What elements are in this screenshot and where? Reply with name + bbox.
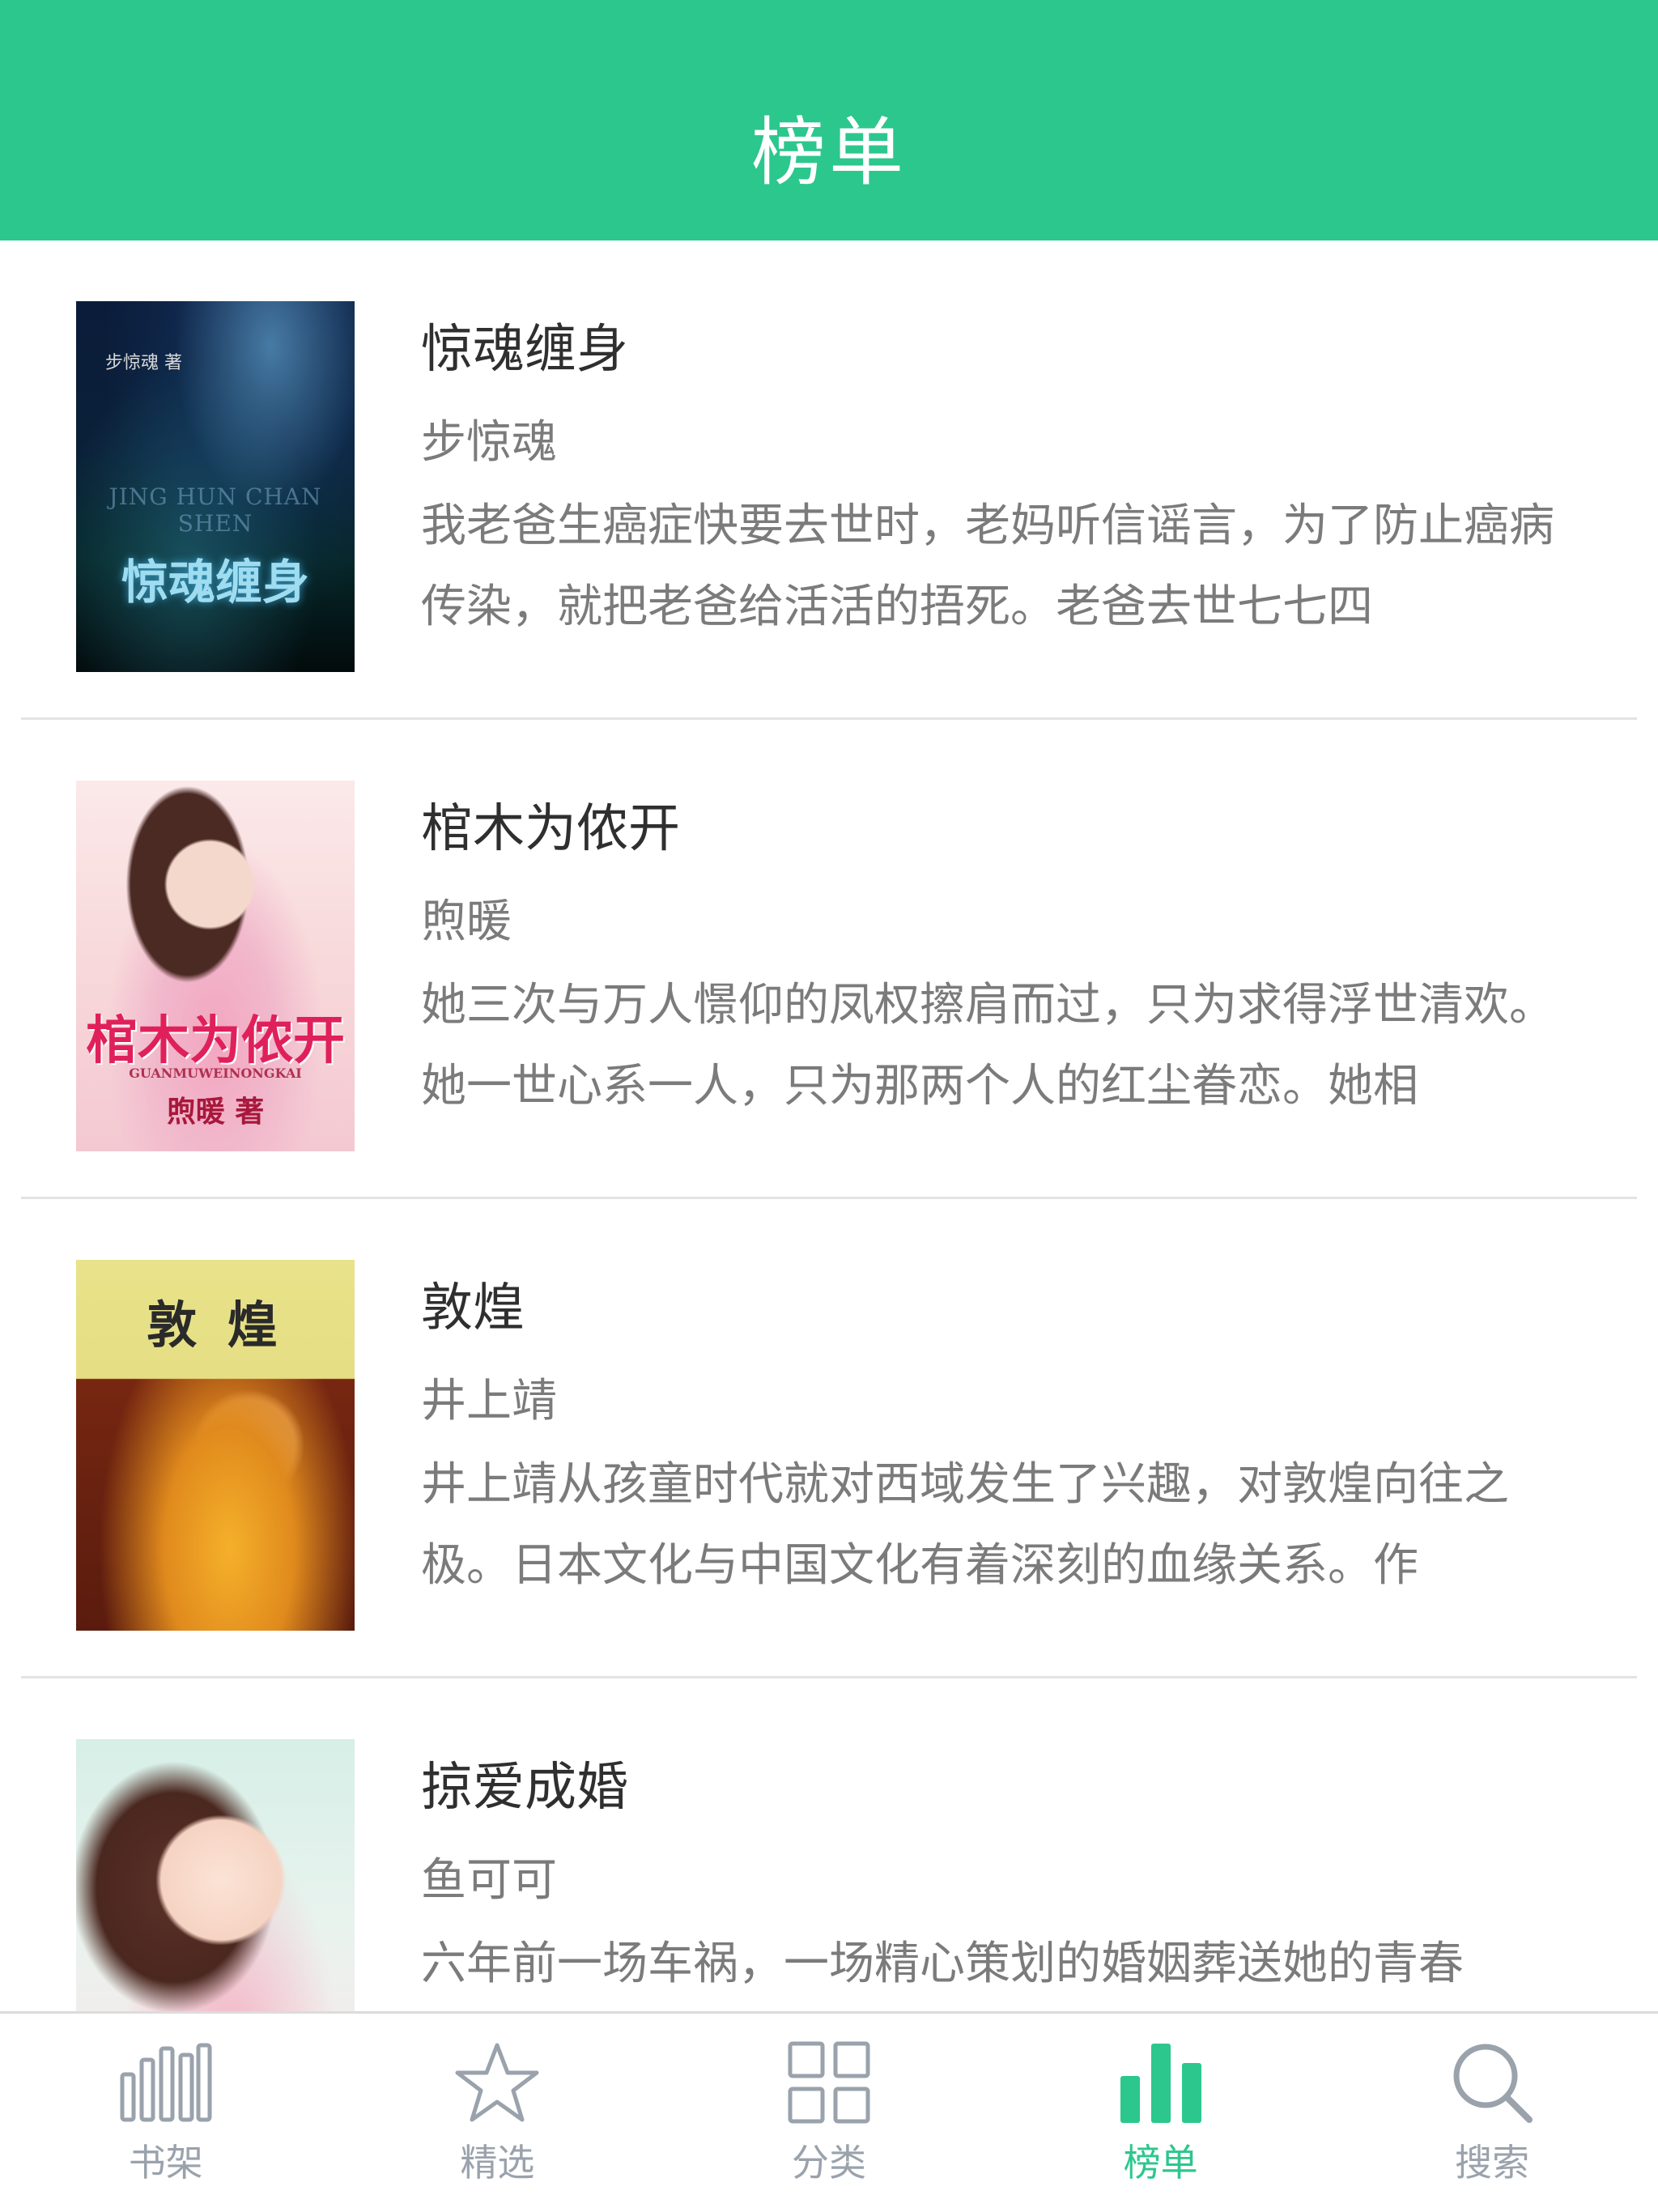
cover-top-text: 煦暖 著 <box>166 1095 265 1129</box>
tab-category[interactable]: 分类 <box>663 2014 995 2212</box>
bottom-tab-bar: 书架 精选 分类 榜单 搜索 <box>0 2011 1658 2212</box>
cover-subtitle: GUANMUWEINONGKAI <box>129 1066 302 1081</box>
page-title: 榜单 <box>750 108 907 196</box>
tab-ranking[interactable]: 榜单 <box>995 2014 1327 2212</box>
book-item[interactable]: 掠爱成婚 鱼可可 六年前一场车祸，一场精心策划的婚姻葬送她的青春 <box>0 1678 1658 2011</box>
book-cover[interactable]: 棺木为侬开 GUANMUWEINONGKAI 煦暖 著 <box>76 781 355 1151</box>
book-item[interactable]: 敦 煌 敦煌 井上靖 井上靖从孩童时代就对西域发生了兴趣，对敦煌向往之极。日本文… <box>0 1199 1658 1678</box>
book-author: 鱼可可 <box>421 1854 557 1907</box>
app-root: 榜单 步惊魂 著 JING HUN CHAN SHEN 惊魂缠身 惊魂缠身 步惊… <box>0 0 1658 2212</box>
book-title: 敦煌 <box>421 1278 525 1338</box>
book-cover[interactable]: 步惊魂 著 JING HUN CHAN SHEN 惊魂缠身 <box>76 301 355 672</box>
star-icon <box>449 2038 546 2127</box>
cover-title: 棺木为侬开 <box>86 1010 345 1071</box>
book-author: 井上靖 <box>421 1375 557 1427</box>
book-title: 惊魂缠身 <box>421 320 628 380</box>
book-title: 掠爱成婚 <box>421 1758 628 1818</box>
book-info: 敦煌 井上靖 井上靖从孩童时代就对西域发生了兴趣，对敦煌向往之极。日本文化与中国… <box>421 1276 1579 1606</box>
book-cover[interactable] <box>76 1739 355 2011</box>
book-description: 六年前一场车祸，一场精心策划的婚姻葬送她的青春 <box>421 1938 1464 1990</box>
book-author: 煦暖 <box>421 895 512 948</box>
cover-subtitle: JING HUN CHAN SHEN <box>108 483 322 537</box>
tab-search[interactable]: 搜索 <box>1326 2014 1658 2212</box>
book-item[interactable]: 棺木为侬开 GUANMUWEINONGKAI 煦暖 著 棺木为侬开 煦暖 她三次… <box>0 720 1658 1199</box>
search-icon <box>1443 2038 1541 2127</box>
tab-bookshelf[interactable]: 书架 <box>0 2014 332 2212</box>
cover-title: 惊魂缠身 <box>121 555 309 610</box>
book-title: 棺木为侬开 <box>421 799 680 859</box>
book-info: 棺木为侬开 煦暖 她三次与万人憬仰的凤权擦肩而过，只为求得浮世清欢。她一世心系一… <box>421 797 1579 1127</box>
nav-header: 榜单 <box>0 0 1658 240</box>
book-description: 她三次与万人憬仰的凤权擦肩而过，只为求得浮世清欢。她一世心系一人，只为那两个人的… <box>421 979 1554 1112</box>
grid-icon <box>780 2038 878 2127</box>
bar-chart-icon <box>1112 2038 1209 2127</box>
bookshelf-icon <box>117 2038 215 2127</box>
book-item[interactable]: 步惊魂 著 JING HUN CHAN SHEN 惊魂缠身 惊魂缠身 步惊魂 我… <box>0 240 1658 720</box>
book-description: 井上靖从孩童时代就对西域发生了兴趣，对敦煌向往之极。日本文化与中国文化有着深刻的… <box>421 1458 1509 1592</box>
book-cover[interactable]: 敦 煌 <box>76 1260 355 1631</box>
tab-label: 榜单 <box>1123 2141 1198 2184</box>
cover-top-text: 步惊魂 著 <box>105 353 182 373</box>
tab-label: 搜索 <box>1455 2141 1530 2184</box>
ranking-list[interactable]: 步惊魂 著 JING HUN CHAN SHEN 惊魂缠身 惊魂缠身 步惊魂 我… <box>0 240 1658 2011</box>
book-info: 掠爱成婚 鱼可可 六年前一场车祸，一场精心策划的婚姻葬送她的青春 <box>421 1755 1579 2011</box>
book-description: 我老爸生癌症快要去世时，老妈听信谣言，为了防止癌病传染，就把老爸给活活的捂死。老… <box>421 500 1554 633</box>
tab-label: 书架 <box>128 2141 203 2184</box>
book-info: 惊魂缠身 步惊魂 我老爸生癌症快要去世时，老妈听信谣言，为了防止癌病传染，就把老… <box>421 317 1579 648</box>
book-author: 步惊魂 <box>421 416 557 469</box>
tab-label: 分类 <box>791 2141 866 2184</box>
tab-featured[interactable]: 精选 <box>332 2014 664 2212</box>
cover-title: 敦 煌 <box>147 1295 284 1355</box>
tab-label: 精选 <box>460 2141 535 2184</box>
